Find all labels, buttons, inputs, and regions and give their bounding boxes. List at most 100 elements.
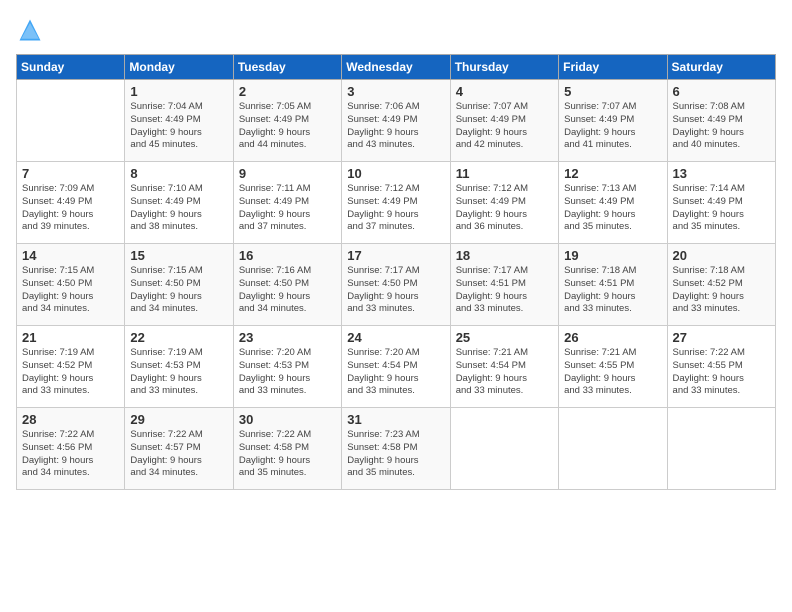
day-number: 22 — [130, 330, 228, 345]
day-info: Sunrise: 7:07 AM Sunset: 4:49 PM Dayligh… — [456, 101, 554, 152]
day-number: 10 — [347, 166, 445, 181]
day-info: Sunrise: 7:15 AM Sunset: 4:50 PM Dayligh… — [22, 265, 120, 316]
header-cell-thursday: Thursday — [450, 55, 558, 80]
day-number: 7 — [22, 166, 120, 181]
day-info: Sunrise: 7:10 AM Sunset: 4:49 PM Dayligh… — [130, 183, 228, 234]
day-cell: 28 Sunrise: 7:22 AM Sunset: 4:56 PM Dayli… — [17, 408, 125, 490]
day-cell: 20 Sunrise: 7:18 AM Sunset: 4:52 PM Dayli… — [667, 244, 775, 326]
day-cell: 9 Sunrise: 7:11 AM Sunset: 4:49 PM Daylig… — [233, 162, 341, 244]
day-cell: 19Sunrise: 7:18 AM Sunset: 4:51 PM Dayli… — [559, 244, 667, 326]
day-info: Sunrise: 7:22 AM Sunset: 4:58 PM Dayligh… — [239, 429, 337, 480]
week-row-1: 7 Sunrise: 7:09 AM Sunset: 4:49 PM Daylig… — [17, 162, 776, 244]
week-row-4: 28 Sunrise: 7:22 AM Sunset: 4:56 PM Dayli… — [17, 408, 776, 490]
day-cell: 21Sunrise: 7:19 AM Sunset: 4:52 PM Dayli… — [17, 326, 125, 408]
day-cell: 8 Sunrise: 7:10 AM Sunset: 4:49 PM Daylig… — [125, 162, 233, 244]
day-cell: 11Sunrise: 7:12 AM Sunset: 4:49 PM Dayli… — [450, 162, 558, 244]
day-info: Sunrise: 7:20 AM Sunset: 4:54 PM Dayligh… — [347, 347, 445, 398]
day-info: Sunrise: 7:23 AM Sunset: 4:58 PM Dayligh… — [347, 429, 445, 480]
day-info: Sunrise: 7:06 AM Sunset: 4:49 PM Dayligh… — [347, 101, 445, 152]
day-info: Sunrise: 7:21 AM Sunset: 4:55 PM Dayligh… — [564, 347, 662, 398]
day-info: Sunrise: 7:04 AM Sunset: 4:49 PM Dayligh… — [130, 101, 228, 152]
day-number: 16 — [239, 248, 337, 263]
day-info: Sunrise: 7:17 AM Sunset: 4:51 PM Dayligh… — [456, 265, 554, 316]
day-cell: 14 Sunrise: 7:15 AM Sunset: 4:50 PM Dayli… — [17, 244, 125, 326]
day-cell: 17 Sunrise: 7:17 AM Sunset: 4:50 PM Dayli… — [342, 244, 450, 326]
day-info: Sunrise: 7:11 AM Sunset: 4:49 PM Dayligh… — [239, 183, 337, 234]
day-number: 9 — [239, 166, 337, 181]
day-number: 30 — [239, 412, 337, 427]
header-cell-wednesday: Wednesday — [342, 55, 450, 80]
day-info: Sunrise: 7:12 AM Sunset: 4:49 PM Dayligh… — [456, 183, 554, 234]
logo — [16, 16, 48, 44]
day-cell: 5 Sunrise: 7:07 AM Sunset: 4:49 PM Daylig… — [559, 80, 667, 162]
day-number: 17 — [347, 248, 445, 263]
day-number: 2 — [239, 84, 337, 99]
day-info: Sunrise: 7:21 AM Sunset: 4:54 PM Dayligh… — [456, 347, 554, 398]
day-cell: 16 Sunrise: 7:16 AM Sunset: 4:50 PM Dayli… — [233, 244, 341, 326]
day-number: 26 — [564, 330, 662, 345]
day-cell: 1 Sunrise: 7:04 AM Sunset: 4:49 PM Daylig… — [125, 80, 233, 162]
day-cell: 26 Sunrise: 7:21 AM Sunset: 4:55 PM Dayli… — [559, 326, 667, 408]
day-cell: 27 Sunrise: 7:22 AM Sunset: 4:55 PM Dayli… — [667, 326, 775, 408]
day-info: Sunrise: 7:16 AM Sunset: 4:50 PM Dayligh… — [239, 265, 337, 316]
day-info: Sunrise: 7:18 AM Sunset: 4:52 PM Dayligh… — [673, 265, 771, 316]
day-number: 6 — [673, 84, 771, 99]
calendar-table: SundayMondayTuesdayWednesdayThursdayFrid… — [16, 54, 776, 490]
day-number: 5 — [564, 84, 662, 99]
day-number: 21 — [22, 330, 120, 345]
logo-icon — [16, 16, 44, 44]
day-number: 18 — [456, 248, 554, 263]
day-info: Sunrise: 7:22 AM Sunset: 4:55 PM Dayligh… — [673, 347, 771, 398]
day-info: Sunrise: 7:05 AM Sunset: 4:49 PM Dayligh… — [239, 101, 337, 152]
day-number: 25 — [456, 330, 554, 345]
page-container: SundayMondayTuesdayWednesdayThursdayFrid… — [0, 0, 792, 500]
day-number: 29 — [130, 412, 228, 427]
calendar-header: SundayMondayTuesdayWednesdayThursdayFrid… — [17, 55, 776, 80]
week-row-3: 21Sunrise: 7:19 AM Sunset: 4:52 PM Dayli… — [17, 326, 776, 408]
day-number: 4 — [456, 84, 554, 99]
header-row: SundayMondayTuesdayWednesdayThursdayFrid… — [17, 55, 776, 80]
day-cell: 24Sunrise: 7:20 AM Sunset: 4:54 PM Dayli… — [342, 326, 450, 408]
day-number: 23 — [239, 330, 337, 345]
day-number: 12 — [564, 166, 662, 181]
day-number: 13 — [673, 166, 771, 181]
day-info: Sunrise: 7:14 AM Sunset: 4:49 PM Dayligh… — [673, 183, 771, 234]
day-info: Sunrise: 7:22 AM Sunset: 4:56 PM Dayligh… — [22, 429, 120, 480]
day-number: 8 — [130, 166, 228, 181]
day-number: 20 — [673, 248, 771, 263]
day-cell — [450, 408, 558, 490]
week-row-0: 1 Sunrise: 7:04 AM Sunset: 4:49 PM Daylig… — [17, 80, 776, 162]
day-number: 31 — [347, 412, 445, 427]
day-cell: 15Sunrise: 7:15 AM Sunset: 4:50 PM Dayli… — [125, 244, 233, 326]
day-number: 15 — [130, 248, 228, 263]
day-info: Sunrise: 7:19 AM Sunset: 4:53 PM Dayligh… — [130, 347, 228, 398]
day-cell: 30 Sunrise: 7:22 AM Sunset: 4:58 PM Dayli… — [233, 408, 341, 490]
day-cell: 6 Sunrise: 7:08 AM Sunset: 4:49 PM Daylig… — [667, 80, 775, 162]
day-info: Sunrise: 7:09 AM Sunset: 4:49 PM Dayligh… — [22, 183, 120, 234]
header-cell-monday: Monday — [125, 55, 233, 80]
day-cell: 2 Sunrise: 7:05 AM Sunset: 4:49 PM Daylig… — [233, 80, 341, 162]
page-header — [16, 16, 776, 44]
day-info: Sunrise: 7:17 AM Sunset: 4:50 PM Dayligh… — [347, 265, 445, 316]
week-row-2: 14 Sunrise: 7:15 AM Sunset: 4:50 PM Dayli… — [17, 244, 776, 326]
day-cell: 25 Sunrise: 7:21 AM Sunset: 4:54 PM Dayli… — [450, 326, 558, 408]
day-cell — [17, 80, 125, 162]
day-cell: 13 Sunrise: 7:14 AM Sunset: 4:49 PM Dayli… — [667, 162, 775, 244]
day-cell: 23Sunrise: 7:20 AM Sunset: 4:53 PM Dayli… — [233, 326, 341, 408]
day-info: Sunrise: 7:18 AM Sunset: 4:51 PM Dayligh… — [564, 265, 662, 316]
day-number: 1 — [130, 84, 228, 99]
day-number: 28 — [22, 412, 120, 427]
day-info: Sunrise: 7:07 AM Sunset: 4:49 PM Dayligh… — [564, 101, 662, 152]
day-cell: 12 Sunrise: 7:13 AM Sunset: 4:49 PM Dayli… — [559, 162, 667, 244]
day-number: 27 — [673, 330, 771, 345]
calendar-body: 1 Sunrise: 7:04 AM Sunset: 4:49 PM Daylig… — [17, 80, 776, 490]
day-info: Sunrise: 7:12 AM Sunset: 4:49 PM Dayligh… — [347, 183, 445, 234]
day-info: Sunrise: 7:13 AM Sunset: 4:49 PM Dayligh… — [564, 183, 662, 234]
day-number: 14 — [22, 248, 120, 263]
day-info: Sunrise: 7:22 AM Sunset: 4:57 PM Dayligh… — [130, 429, 228, 480]
day-cell: 7 Sunrise: 7:09 AM Sunset: 4:49 PM Daylig… — [17, 162, 125, 244]
header-cell-friday: Friday — [559, 55, 667, 80]
header-cell-sunday: Sunday — [17, 55, 125, 80]
day-cell: 4 Sunrise: 7:07 AM Sunset: 4:49 PM Daylig… — [450, 80, 558, 162]
day-info: Sunrise: 7:08 AM Sunset: 4:49 PM Dayligh… — [673, 101, 771, 152]
